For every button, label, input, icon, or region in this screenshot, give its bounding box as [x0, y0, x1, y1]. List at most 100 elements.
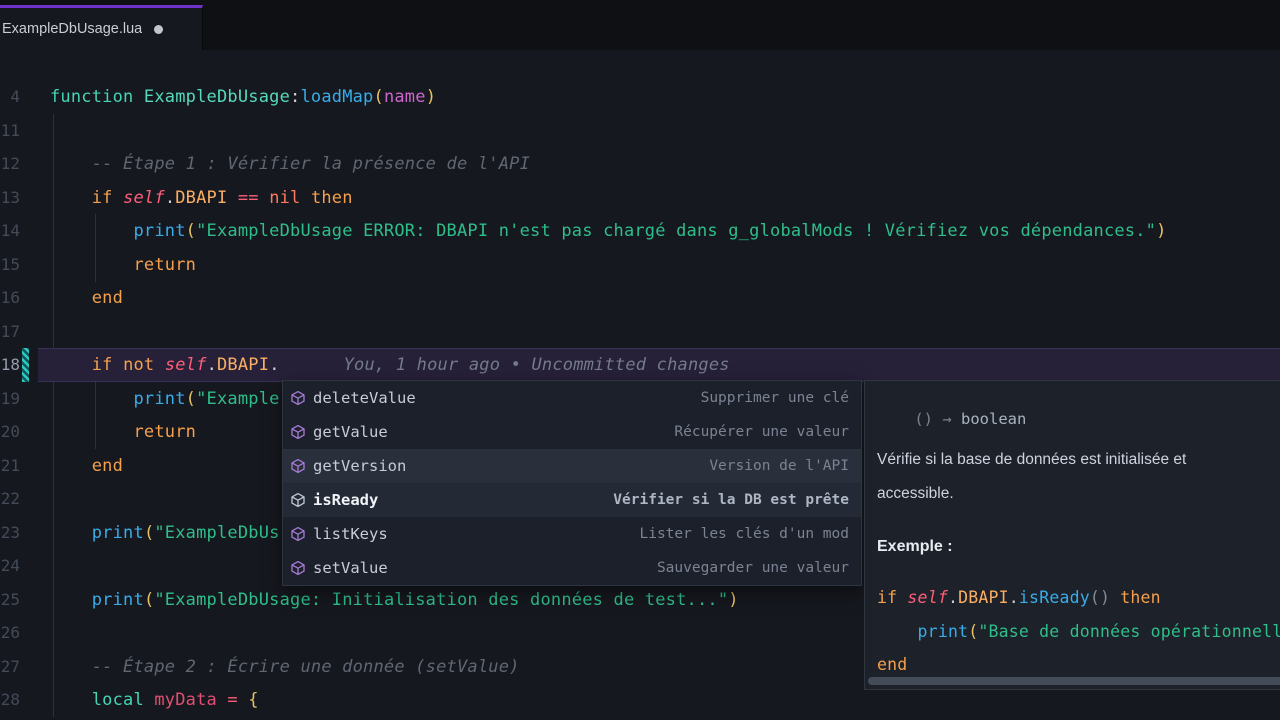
suggestion-label: setValue — [313, 559, 388, 577]
token-txt: . — [947, 588, 959, 607]
doc-description-line: Vérifie si la base de données est initia… — [877, 451, 1187, 468]
token-pun: ) — [425, 87, 437, 107]
code-text: local myData = { — [50, 683, 259, 717]
code-line-4: 4 function ExampleDbUsage:loadMap(name) — [0, 80, 1280, 114]
code-line-16: 16 end — [0, 281, 1280, 315]
token-txt: . — [206, 355, 217, 375]
line-number[interactable]: 20 — [0, 415, 20, 449]
line-number[interactable]: 11 — [0, 114, 20, 148]
line-number[interactable]: 12 — [0, 147, 20, 181]
method-cube-icon — [290, 458, 306, 474]
token-txt: : — [290, 87, 301, 107]
line-number[interactable]: 19 — [0, 382, 20, 416]
signature-returns: boolean — [961, 410, 1027, 428]
suggestion-item-setValue[interactable]: setValue Sauvegarder une valeur — [283, 551, 861, 585]
indent-guide — [53, 314, 54, 349]
line-number[interactable]: 18 — [0, 348, 20, 382]
line-number[interactable]: 17 — [0, 315, 20, 349]
token-prop: DBAPI — [958, 588, 1009, 607]
code-text: if self.DBAPI == nil then — [50, 181, 353, 215]
code-line-12: 12 -- Étape 1 : Vérifier la présence de … — [0, 147, 1280, 181]
code-line-13: 13 if self.DBAPI == nil then — [0, 180, 1280, 215]
doc-description-line: accessible. — [877, 485, 954, 502]
code-line-15: 15 return — [0, 247, 1280, 282]
doc-description: Vérifie si la base de données est initia… — [877, 443, 1186, 511]
line-number[interactable]: 25 — [0, 583, 20, 617]
token-pun: ) — [728, 589, 739, 610]
code-text: print("ExampleDbUsage: Initialisation de… — [50, 583, 739, 617]
doc-code-line: print("Base de données opérationnelle — [877, 615, 1280, 649]
token-self: self — [164, 355, 207, 375]
indent-guide — [53, 113, 54, 148]
indent-guide — [53, 482, 54, 516]
line-number[interactable]: 13 — [0, 181, 20, 215]
token-pun: ( — [143, 522, 155, 543]
line-number[interactable]: 15 — [0, 248, 20, 282]
token-fn: print — [917, 621, 969, 641]
doc-horizontal-scrollbar[interactable] — [868, 677, 1280, 685]
token-com: -- Étape 1 : Vérifier la présence de l'A… — [91, 154, 531, 174]
line-number[interactable]: 22 — [0, 482, 20, 516]
suggestion-item-getValue[interactable]: getValue Récupérer une valeur — [283, 415, 861, 449]
code-text: -- Étape 2 : Écrire une donnée (setValue… — [50, 650, 520, 684]
tab-exampledbusage[interactable]: ExampleDbUsage.lua — [0, 5, 203, 50]
git-modified-indicator — [22, 348, 29, 382]
tab-bar: ExampleDbUsage.lua — [0, 0, 1280, 50]
code-text: end — [50, 449, 123, 483]
token-pun: ( — [185, 388, 197, 409]
token-str: "ExampleDbUsage: Initialisation des donn… — [154, 589, 729, 610]
token-pun: ( — [185, 221, 197, 241]
token-kw2: function — [50, 87, 134, 107]
token-kw: if — [91, 355, 113, 375]
code-line-17: 17 — [0, 314, 1280, 349]
suggestion-label: deleteValue — [313, 389, 416, 407]
token-com: -- Étape 2 : Écrire une donnée (setValue… — [91, 656, 520, 677]
suggestion-label: listKeys — [313, 525, 388, 543]
line-number[interactable]: 14 — [0, 214, 20, 248]
suggestion-detail: Supprimer une clé — [700, 390, 849, 406]
doc-example-code: if self.DBAPI.isReady() then print("Base… — [877, 581, 1280, 682]
line-number[interactable]: 23 — [0, 516, 20, 550]
token-pun: ( — [143, 589, 155, 610]
token-kw: if — [877, 588, 898, 607]
code-line-11: 11 — [0, 113, 1280, 148]
suggestion-item-isReady[interactable]: isReady Vérifier si la DB est prête — [283, 483, 861, 517]
line-number[interactable]: 21 — [0, 449, 20, 483]
token-dim: () — [1089, 588, 1111, 607]
line-number[interactable]: 27 — [0, 650, 20, 684]
tab-title: ExampleDbUsage.lua — [2, 21, 143, 37]
code-text: if not self.DBAPI. You, 1 hour ago • Unco… — [50, 348, 730, 382]
line-number[interactable]: 24 — [0, 549, 20, 583]
suggestion-item-deleteValue[interactable]: deleteValue Supprimer une clé — [283, 381, 861, 415]
token-fn: loadMap — [300, 87, 374, 107]
line-number[interactable]: 28 — [0, 683, 20, 717]
code-text: function ExampleDbUsage:loadMap(name) — [50, 80, 436, 114]
code-text: print("ExampleDbUsage ERROR: DBAPI n'est… — [50, 214, 1167, 248]
token-self: self — [907, 588, 948, 607]
modified-dot-icon[interactable] — [154, 24, 164, 34]
token-txt: . — [1008, 588, 1019, 607]
line-number[interactable]: 26 — [0, 616, 20, 650]
token-kw: return — [133, 422, 197, 442]
suggestion-item-getVersion[interactable]: getVersion Version de l'API — [283, 449, 861, 483]
code-text: return — [50, 248, 196, 282]
line-number[interactable]: 4 — [0, 80, 20, 114]
suggestion-item-listKeys[interactable]: listKeys Lister les clés d'un mod — [283, 517, 861, 551]
token-op: == — [237, 187, 259, 208]
token-str: "Base de données opérationnelle — [978, 621, 1280, 641]
token-op: = — [227, 690, 238, 710]
line-number[interactable]: 16 — [0, 281, 20, 315]
token-str: "Example — [196, 388, 280, 409]
